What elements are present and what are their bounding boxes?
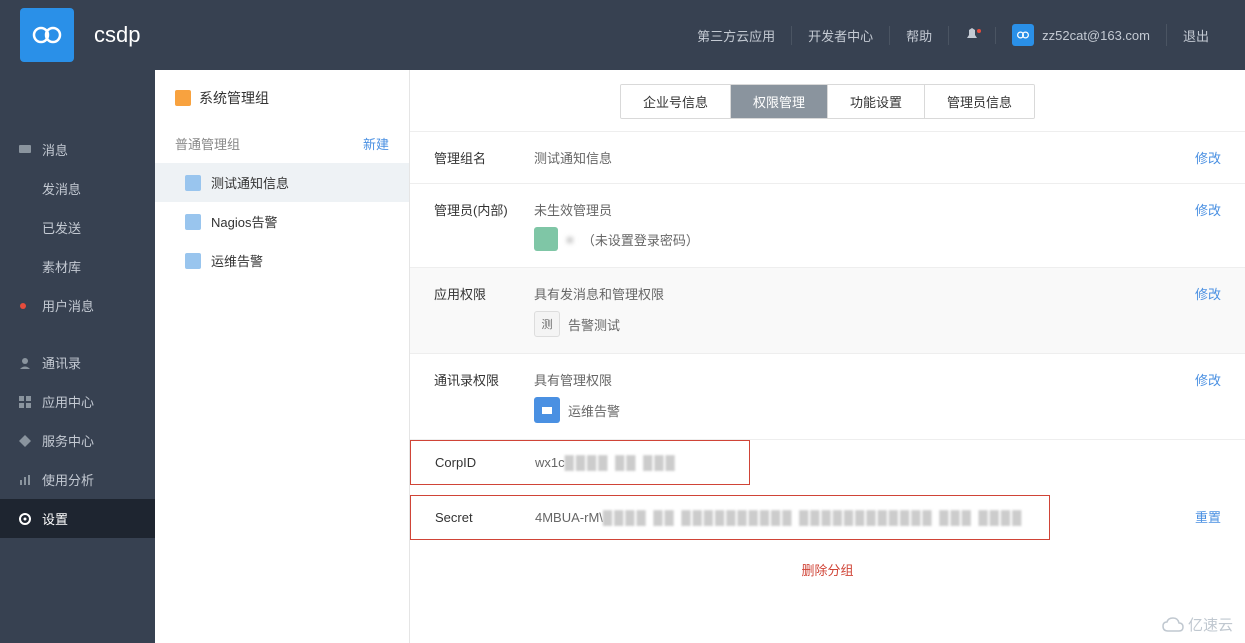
chart-icon xyxy=(18,473,32,487)
delete-group-link[interactable]: 删除分组 xyxy=(410,540,1245,599)
group-item-nagios[interactable]: Nagios告警 xyxy=(155,202,409,241)
app-perm-item: 告警测试 xyxy=(568,315,620,334)
value-group-name: 测试通知信息 xyxy=(534,148,1195,167)
nav-analytics[interactable]: 使用分析 xyxy=(0,460,155,499)
top-header: csdp 第三方云应用 开发者中心 帮助 zz52cat@163.com 退出 xyxy=(0,0,1245,70)
user-menu[interactable]: zz52cat@163.com xyxy=(996,24,1167,46)
cloud-icon xyxy=(1162,617,1184,633)
admin-password-note: （未设置登录密码） xyxy=(582,230,699,249)
nav-user-msg[interactable]: 用户消息 xyxy=(0,286,155,325)
secret-blurred: ████ ██ ██████████ ████████████ ███ ████ xyxy=(603,510,1023,525)
nav-app-center[interactable]: 应用中心 xyxy=(0,382,155,421)
folder-blue-icon xyxy=(534,397,560,423)
panel-title: 系统管理组 xyxy=(155,70,409,122)
corpid-value: wx1c xyxy=(535,455,565,470)
label-contact-perm: 通讯录权限 xyxy=(434,370,534,389)
row-corpid: CorpID wx1c████ ██ ███ xyxy=(411,455,749,470)
modify-contact-perm[interactable]: 修改 xyxy=(1195,370,1221,389)
service-icon xyxy=(18,434,32,448)
label-app-perm: 应用权限 xyxy=(434,284,534,303)
tab-permission-mgmt[interactable]: 权限管理 xyxy=(731,85,828,118)
user-email: zz52cat@163.com xyxy=(1042,28,1150,43)
link-logout[interactable]: 退出 xyxy=(1167,26,1225,45)
folder-icon xyxy=(175,90,191,106)
secret-value: 4MBUA-rM\ xyxy=(535,510,603,525)
main-content: 企业号信息 权限管理 功能设置 管理员信息 管理组名 测试通知信息 修改 管理员… xyxy=(410,70,1245,643)
chat-icon xyxy=(18,143,32,157)
watermark: 亿速云 xyxy=(1162,614,1233,635)
infinity-icon xyxy=(30,18,64,52)
nav-messages[interactable]: 消息 xyxy=(0,130,155,169)
admin-name-blurred: ■ xyxy=(566,232,574,247)
nav-service-center[interactable]: 服务中心 xyxy=(0,421,155,460)
group-item-test-notify[interactable]: 测试通知信息 xyxy=(155,163,409,202)
app-perm-item-icon: 测 xyxy=(534,311,560,337)
link-third-party[interactable]: 第三方云应用 xyxy=(681,26,792,45)
link-help[interactable]: 帮助 xyxy=(890,26,949,45)
contact-perm-value: 具有管理权限 xyxy=(534,373,612,388)
user-icon xyxy=(185,214,201,230)
nav-send-msg[interactable]: 发消息 xyxy=(0,169,155,208)
admin-status: 未生效管理员 xyxy=(534,203,612,218)
contact-perm-item: 运维告警 xyxy=(568,401,620,420)
modify-app-perm[interactable]: 修改 xyxy=(1195,284,1221,303)
corpid-blurred: ████ ██ ███ xyxy=(565,455,677,470)
group-panel: 系统管理组 普通管理组 新建 测试通知信息 Nagios告警 运维告警 xyxy=(155,70,410,643)
app-logo xyxy=(20,8,74,62)
user-icon xyxy=(185,175,201,191)
modify-admin[interactable]: 修改 xyxy=(1195,200,1221,219)
label-group-name: 管理组名 xyxy=(434,148,534,167)
nav-sent[interactable]: 已发送 xyxy=(0,208,155,247)
gear-icon xyxy=(18,512,32,526)
new-group-link[interactable]: 新建 xyxy=(363,134,389,153)
contacts-icon xyxy=(18,356,32,370)
notification-bell[interactable] xyxy=(949,27,996,44)
app-title: csdp xyxy=(94,22,140,48)
red-dot-icon xyxy=(20,303,26,309)
user-avatar-icon xyxy=(1012,24,1034,46)
header-links: 第三方云应用 开发者中心 帮助 zz52cat@163.com 退出 xyxy=(681,24,1225,46)
reset-secret[interactable]: 重置 xyxy=(1195,507,1221,526)
group-item-ops[interactable]: 运维告警 xyxy=(155,241,409,280)
label-admin: 管理员(内部) xyxy=(434,200,534,219)
nav-materials[interactable]: 素材库 xyxy=(0,247,155,286)
row-contact-perm: 通讯录权限 具有管理权限 运维告警 修改 xyxy=(410,354,1245,440)
label-secret: Secret xyxy=(435,510,535,525)
tab-enterprise-info[interactable]: 企业号信息 xyxy=(621,85,731,118)
tab-bar: 企业号信息 权限管理 功能设置 管理员信息 xyxy=(410,70,1245,132)
tab-feature-settings[interactable]: 功能设置 xyxy=(828,85,925,118)
panel-section-header: 普通管理组 新建 xyxy=(155,122,409,163)
user-icon xyxy=(185,253,201,269)
nav-settings[interactable]: 设置 xyxy=(0,499,155,538)
tab-admin-info[interactable]: 管理员信息 xyxy=(925,85,1034,118)
link-dev-center[interactable]: 开发者中心 xyxy=(792,26,890,45)
admin-avatar-icon xyxy=(534,227,558,251)
label-corpid: CorpID xyxy=(435,455,535,470)
row-admin: 管理员(内部) 未生效管理员 ■ （未设置登录密码） 修改 xyxy=(410,184,1245,268)
modify-group-name[interactable]: 修改 xyxy=(1195,148,1221,167)
nav-contacts[interactable]: 通讯录 xyxy=(0,343,155,382)
row-secret: Secret 4MBUA-rM\████ ██ ██████████ █████… xyxy=(411,510,1049,525)
left-nav: 消息 发消息 已发送 素材库 用户消息 通讯录 应用中心 服务中心 使用分析 设… xyxy=(0,70,155,643)
row-app-perm: 应用权限 具有发消息和管理权限 测 告警测试 修改 xyxy=(410,268,1245,354)
row-group-name: 管理组名 测试通知信息 修改 xyxy=(410,132,1245,184)
app-perm-value: 具有发消息和管理权限 xyxy=(534,287,664,302)
notification-dot xyxy=(977,29,981,33)
grid-icon xyxy=(18,395,32,409)
